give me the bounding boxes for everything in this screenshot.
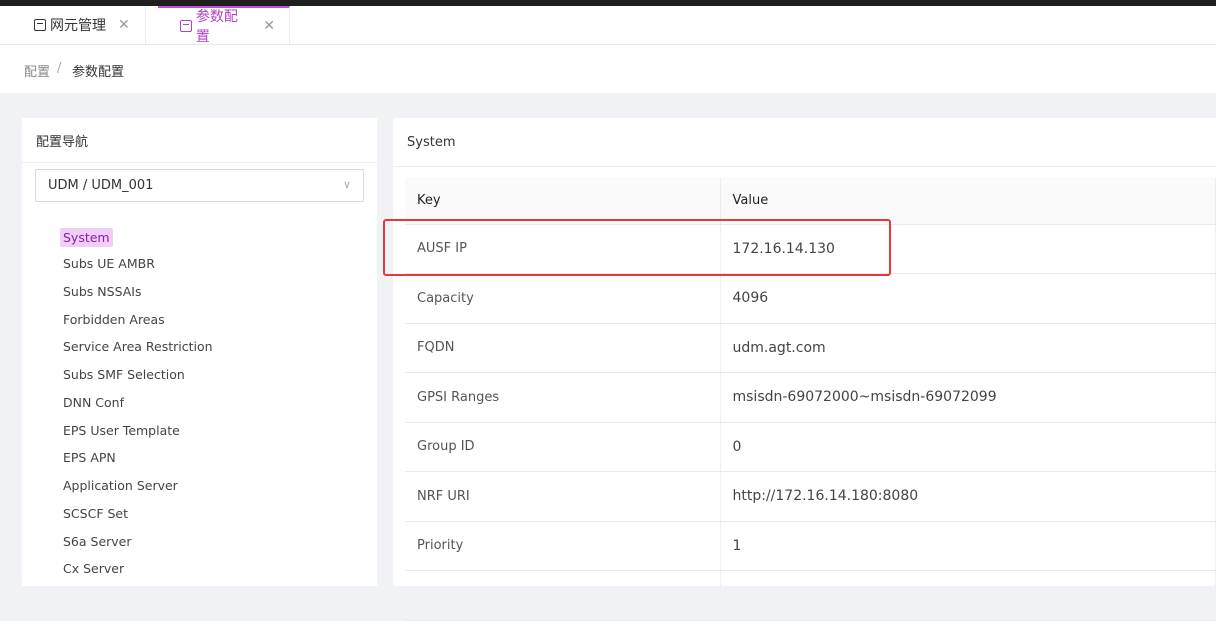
cell-value: http://172.16.14.180:8080 <box>720 471 1216 522</box>
select-value: UDM / UDM_001 <box>48 178 154 193</box>
table-row[interactable]: Priority 1 <box>405 521 1216 571</box>
breadcrumb: 配置 / 参数配置 <box>0 45 1216 93</box>
tab-ne-management[interactable]: 网元管理 ✕ <box>12 6 146 44</box>
cell-value <box>720 570 1216 621</box>
chevron-down-icon: ∨ <box>342 178 351 191</box>
cell-value: udm.agt.com <box>720 323 1216 373</box>
nav-item[interactable]: S6a Server <box>63 534 132 549</box>
cell-key: NRF URI <box>405 471 721 522</box>
nav-item[interactable]: Subs NSSAIs <box>63 284 141 299</box>
table-header-row: Key Value <box>405 178 1216 225</box>
breadcrumb-current: 参数配置 <box>72 65 125 80</box>
cell-key <box>405 570 721 621</box>
panel-title: System <box>407 135 456 150</box>
nav-item-system[interactable]: System <box>60 228 113 247</box>
panel-title: 配置导航 <box>36 135 89 150</box>
cell-key: Group ID <box>405 422 721 472</box>
page-icon <box>34 19 46 31</box>
tab-label: 网元管理 <box>50 18 106 34</box>
nav-item[interactable]: Subs UE AMBR <box>63 256 155 271</box>
nav-item[interactable]: EPS APN <box>63 450 116 465</box>
breadcrumb-separator: / <box>57 61 62 76</box>
cell-key: GPSI Ranges <box>405 372 721 423</box>
table-row[interactable]: GPSI Ranges msisdn-69072000~msisdn-69072… <box>405 372 1216 423</box>
highlight-box <box>383 219 891 276</box>
cell-value: 4096 <box>720 273 1216 324</box>
column-header-value: Value <box>720 178 1216 225</box>
config-nav-panel: 配置导航 UDM / UDM_001 ∨ System Subs UE AMBR… <box>22 118 377 586</box>
cell-value: 0 <box>720 422 1216 472</box>
system-panel: System Key Value AUSF IP 172.16.14.130 C… <box>393 118 1216 621</box>
tab-label: 参数配置 <box>195 9 238 45</box>
cell-value: msisdn-69072000~msisdn-69072099 <box>720 372 1216 423</box>
tab-bar: 网元管理 ✕ 参数配置 ✕ <box>0 6 1216 45</box>
ne-select[interactable]: UDM / UDM_001 ∨ <box>35 169 364 202</box>
close-icon[interactable]: ✕ <box>263 18 275 34</box>
edit-doc-icon <box>180 20 192 32</box>
column-header-key: Key <box>405 178 721 225</box>
nav-item[interactable]: Application Server <box>63 478 178 493</box>
nav-item[interactable]: Subs SMF Selection <box>63 367 185 382</box>
table-row[interactable] <box>405 570 1216 621</box>
nav-item[interactable]: SCSCF Set <box>63 506 128 521</box>
divider <box>393 166 1216 167</box>
cell-key: FQDN <box>405 323 721 373</box>
tab-param-config[interactable]: 参数配置 ✕ <box>158 6 290 45</box>
table-row[interactable]: Group ID 0 <box>405 422 1216 472</box>
nav-item[interactable]: Forbidden Areas <box>63 312 165 327</box>
table-row[interactable]: FQDN udm.agt.com <box>405 323 1216 373</box>
nav-item[interactable]: EPS User Template <box>63 423 180 438</box>
nav-item[interactable]: Service Area Restriction <box>63 339 213 354</box>
close-icon[interactable]: ✕ <box>118 17 130 33</box>
nav-item[interactable]: Cx Server <box>63 561 124 576</box>
table-row[interactable]: Capacity 4096 <box>405 273 1216 324</box>
breadcrumb-root[interactable]: 配置 <box>24 61 50 80</box>
nav-item[interactable]: DNN Conf <box>63 395 124 410</box>
cell-key: Priority <box>405 521 721 571</box>
table-row[interactable]: NRF URI http://172.16.14.180:8080 <box>405 471 1216 522</box>
cell-key: Capacity <box>405 273 721 324</box>
divider <box>22 162 377 163</box>
cell-value: 1 <box>720 521 1216 571</box>
